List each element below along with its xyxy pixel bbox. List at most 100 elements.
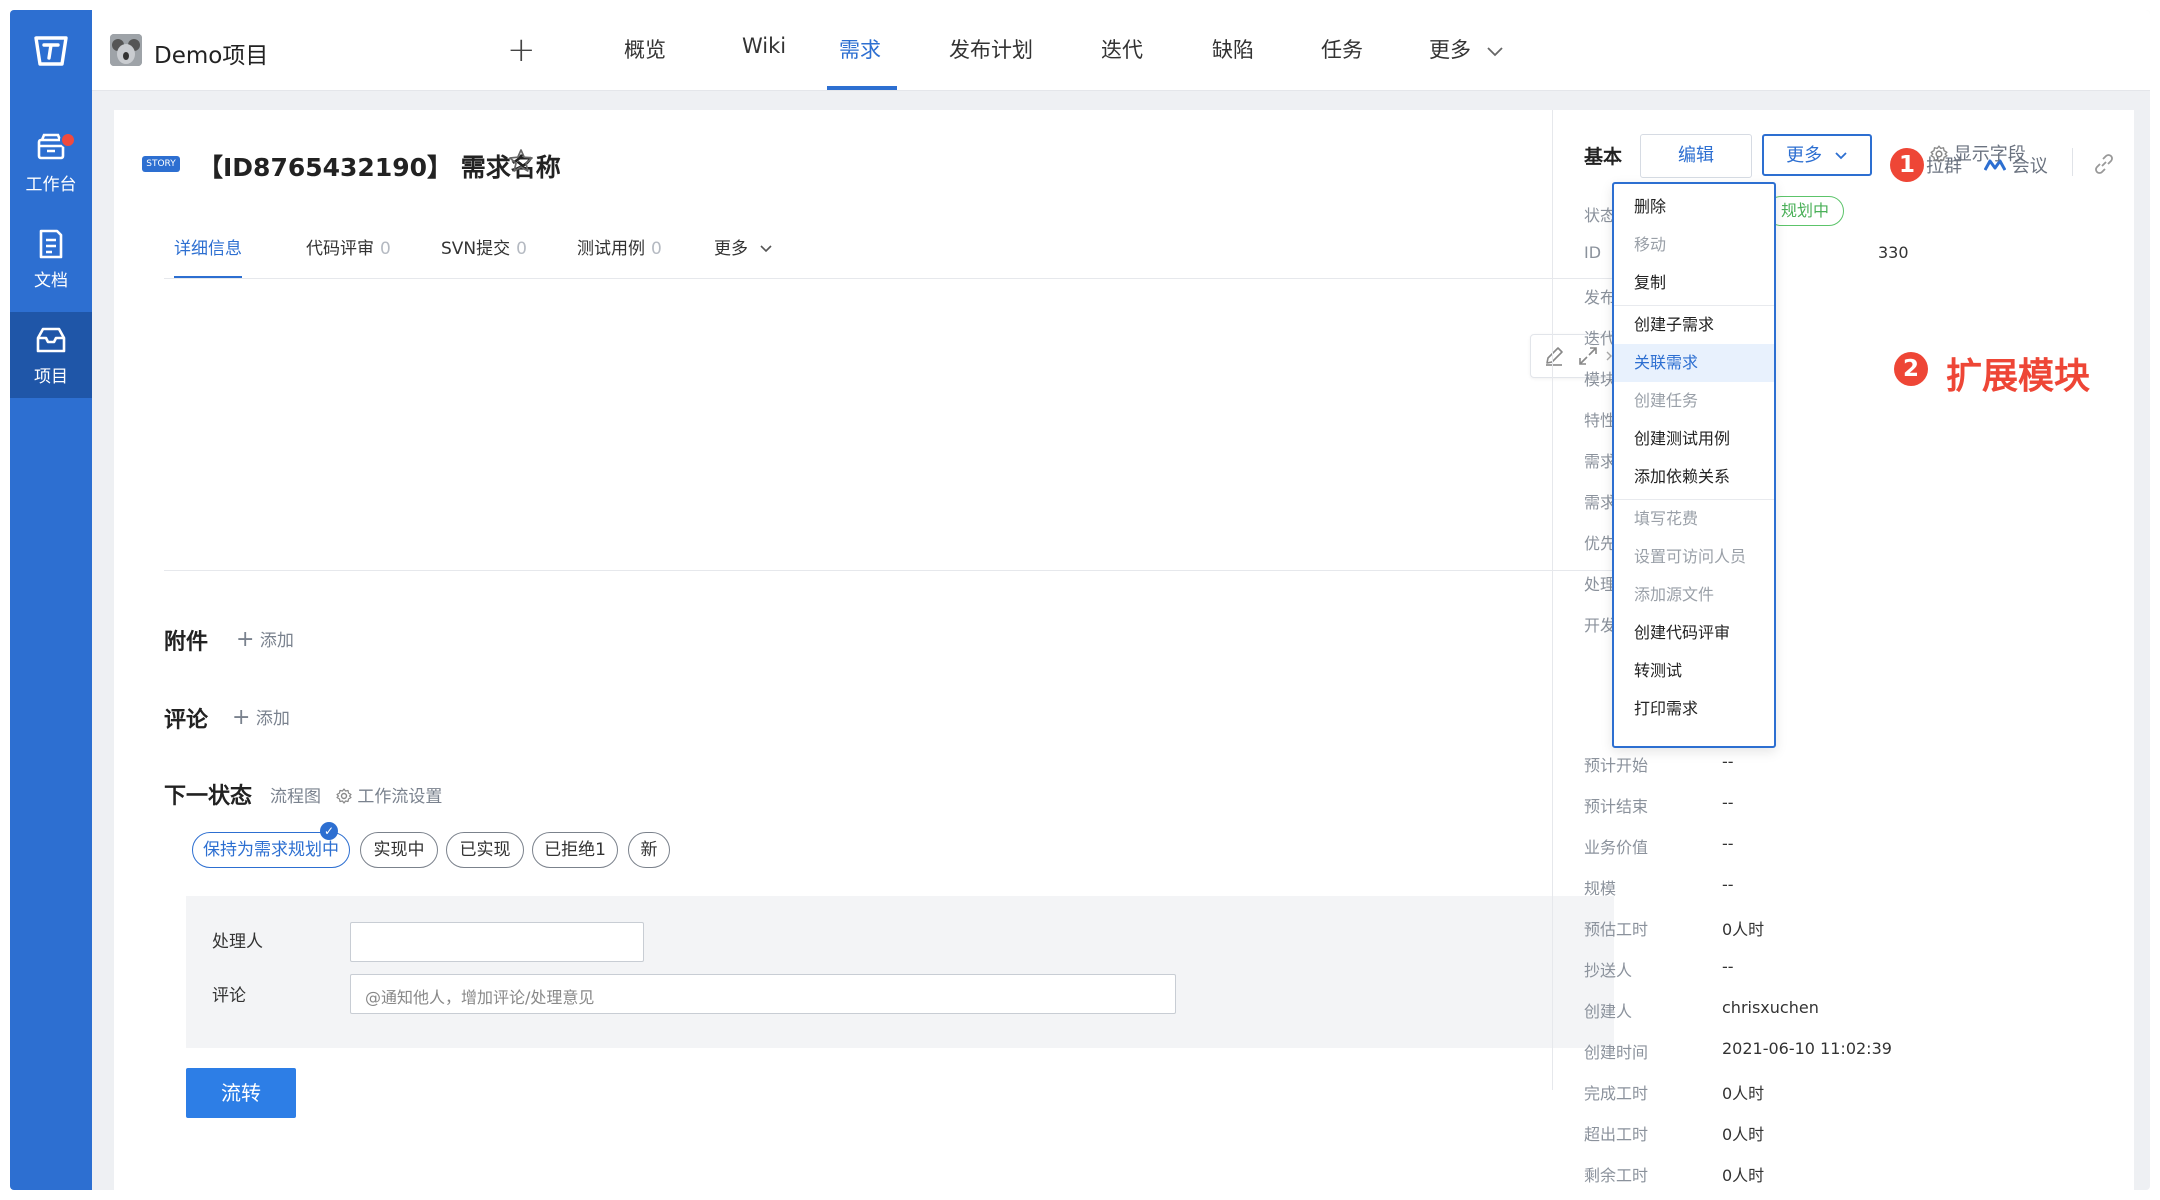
more-actions-button[interactable]: 更多 (1762, 134, 1872, 176)
menu-item-link-requirement[interactable]: 关联需求 (1614, 344, 1774, 382)
menu-item-add-source-file[interactable]: 添加源文件 (1614, 576, 1774, 614)
field-value[interactable]: 0人时 (1722, 1162, 1764, 1186)
story-detail-card: STORY 【ID8765432190】 需求名称 编辑 更多 1 拉群 会议 … (114, 110, 2134, 1190)
field-label: 预计结束 (1584, 797, 1649, 816)
menu-item-add-dependency[interactable]: 添加依赖关系 (1614, 458, 1774, 496)
menu-item-copy[interactable]: 复制 (1614, 264, 1774, 302)
tab-release-plan[interactable]: 发布计划 (949, 34, 1033, 64)
add-comment-link[interactable]: + 添加 (232, 704, 290, 730)
field-label: 预估工时 (1584, 920, 1649, 939)
show-fields-button[interactable]: 显示字段 (1930, 140, 2026, 166)
attachments-heading: 附件 (164, 630, 209, 655)
status-badge[interactable]: 规划中 (1766, 196, 1844, 226)
transition-form: 处理人 评论 @通知他人，增加评论/处理意见 (186, 896, 1614, 1048)
top-navigation: Demo项目 + 概览 Wiki 需求 发布计划 迭代 缺陷 任务 更多 (92, 10, 2150, 91)
comments-heading: 评论 (164, 708, 209, 733)
menu-item-log-cost[interactable]: 填写花费 (1614, 500, 1774, 538)
state-option-rejected[interactable]: 已拒绝1 (532, 832, 618, 868)
state-option-implemented[interactable]: 已实现 (446, 832, 524, 868)
more-actions-label: 更多 (1786, 145, 1823, 166)
star-icon[interactable] (508, 148, 534, 174)
story-title: 【ID8765432190】 需求名称 (198, 153, 561, 182)
subtab-test-cases[interactable]: 测试用例 0 (577, 234, 662, 259)
add-label: 添加 (259, 631, 294, 651)
state-option-new[interactable]: 新 (628, 832, 670, 868)
field-value[interactable]: -- (1722, 834, 1734, 853)
comment-input[interactable]: @通知他人，增加评论/处理意见 (350, 974, 1176, 1014)
subtab-more[interactable]: 更多 (714, 234, 773, 259)
tab-wiki[interactable]: Wiki (742, 34, 786, 58)
field-value[interactable]: 0人时 (1722, 916, 1764, 940)
field-label: 抄送人 (1584, 961, 1633, 980)
menu-item-move[interactable]: 移动 (1614, 226, 1774, 264)
gear-icon (1930, 145, 1948, 163)
menu-item-to-test[interactable]: 转测试 (1614, 652, 1774, 690)
field-label: 创建人 (1584, 1002, 1633, 1021)
transition-submit-button[interactable]: 流转 (186, 1068, 296, 1118)
field-value[interactable]: -- (1722, 957, 1734, 976)
assignee-input[interactable] (350, 922, 644, 962)
add-icon[interactable]: + (507, 30, 536, 70)
subtab-label: SVN提交 (441, 239, 511, 259)
field-value[interactable]: 0人时 (1722, 1121, 1764, 1145)
sidebar-item-project[interactable]: 项目 (10, 312, 92, 398)
edit-button[interactable]: 编辑 (1640, 134, 1752, 178)
tab-overview[interactable]: 概览 (624, 34, 666, 64)
chevron-down-icon (1835, 152, 1847, 160)
field-value[interactable]: -- (1722, 793, 1734, 812)
comment-placeholder: @通知他人，增加评论/处理意见 (365, 988, 595, 1007)
menu-item-create-task[interactable]: 创建任务 (1614, 382, 1774, 420)
sidebar-item-label: 项目 (34, 367, 68, 387)
workflow-settings-link[interactable]: 工作流设置 (336, 782, 442, 807)
field-label: 超出工时 (1584, 1125, 1649, 1144)
menu-item-delete[interactable]: 删除 (1614, 188, 1774, 226)
tab-defects[interactable]: 缺陷 (1212, 34, 1254, 64)
field-label: 业务价值 (1584, 838, 1649, 857)
menu-item-create-code-review[interactable]: 创建代码评审 (1614, 614, 1774, 652)
field-value[interactable]: 2021-06-10 11:02:39 (1722, 1039, 1892, 1058)
menu-item-create-subrequirement[interactable]: 创建子需求 (1614, 306, 1774, 344)
subtab-label: 代码评审 (306, 239, 374, 259)
right-panel-divider (1552, 110, 1553, 1090)
tab-requirements[interactable]: 需求 (839, 34, 881, 64)
sidebar-item-workbench[interactable]: 工作台 (10, 120, 92, 206)
subtab-count: 0 (651, 239, 662, 259)
add-attachment-link[interactable]: + 添加 (236, 626, 294, 652)
sidebar-item-docs[interactable]: 文档 (10, 216, 92, 302)
tab-more-label: 更多 (1429, 38, 1471, 62)
story-badge: STORY (142, 156, 180, 172)
subtab-label: 详细信息 (174, 239, 242, 259)
project-avatar[interactable] (110, 34, 142, 66)
link-icon[interactable] (2092, 152, 2116, 176)
annotation-marker-1: 1 (1890, 148, 1924, 182)
check-icon: ✓ (320, 822, 338, 840)
header-divider (2072, 148, 2073, 176)
menu-item-create-test-case[interactable]: 创建测试用例 (1614, 420, 1774, 458)
workflow-settings-label: 工作流设置 (357, 787, 443, 807)
project-icon (36, 327, 66, 353)
field-value[interactable]: chrisxuchen (1722, 998, 1819, 1017)
field-label: ID (1584, 243, 1602, 262)
field-label: 创建时间 (1584, 1043, 1649, 1062)
menu-item-set-access[interactable]: 设置可访问人员 (1614, 538, 1774, 576)
menu-item-print[interactable]: 打印需求 (1614, 690, 1774, 728)
koala-avatar-icon (110, 34, 142, 66)
subtab-svn-commits[interactable]: SVN提交 0 (441, 234, 527, 259)
tab-iterations[interactable]: 迭代 (1101, 34, 1143, 64)
subtab-code-review[interactable]: 代码评审 0 (306, 234, 391, 259)
project-name[interactable]: Demo项目 (154, 36, 268, 70)
field-value[interactable]: -- (1722, 875, 1734, 894)
annotation-callout: 扩展模块 (1946, 356, 2091, 397)
next-state-heading: 下一状态 (164, 784, 253, 809)
tab-tasks[interactable]: 任务 (1321, 34, 1363, 64)
state-option-implementing[interactable]: 实现中 (360, 832, 438, 868)
edit-icon[interactable] (1543, 345, 1565, 367)
tab-more[interactable]: 更多 (1429, 34, 1504, 64)
gear-icon (336, 788, 352, 804)
field-value[interactable]: 0人时 (1722, 1080, 1764, 1104)
subtab-details[interactable]: 详细信息 (174, 234, 242, 259)
flowchart-link[interactable]: 流程图 (270, 782, 321, 807)
field-value[interactable]: -- (1722, 752, 1734, 771)
field-label: 规模 (1584, 879, 1617, 898)
app-logo-icon[interactable] (32, 32, 70, 70)
